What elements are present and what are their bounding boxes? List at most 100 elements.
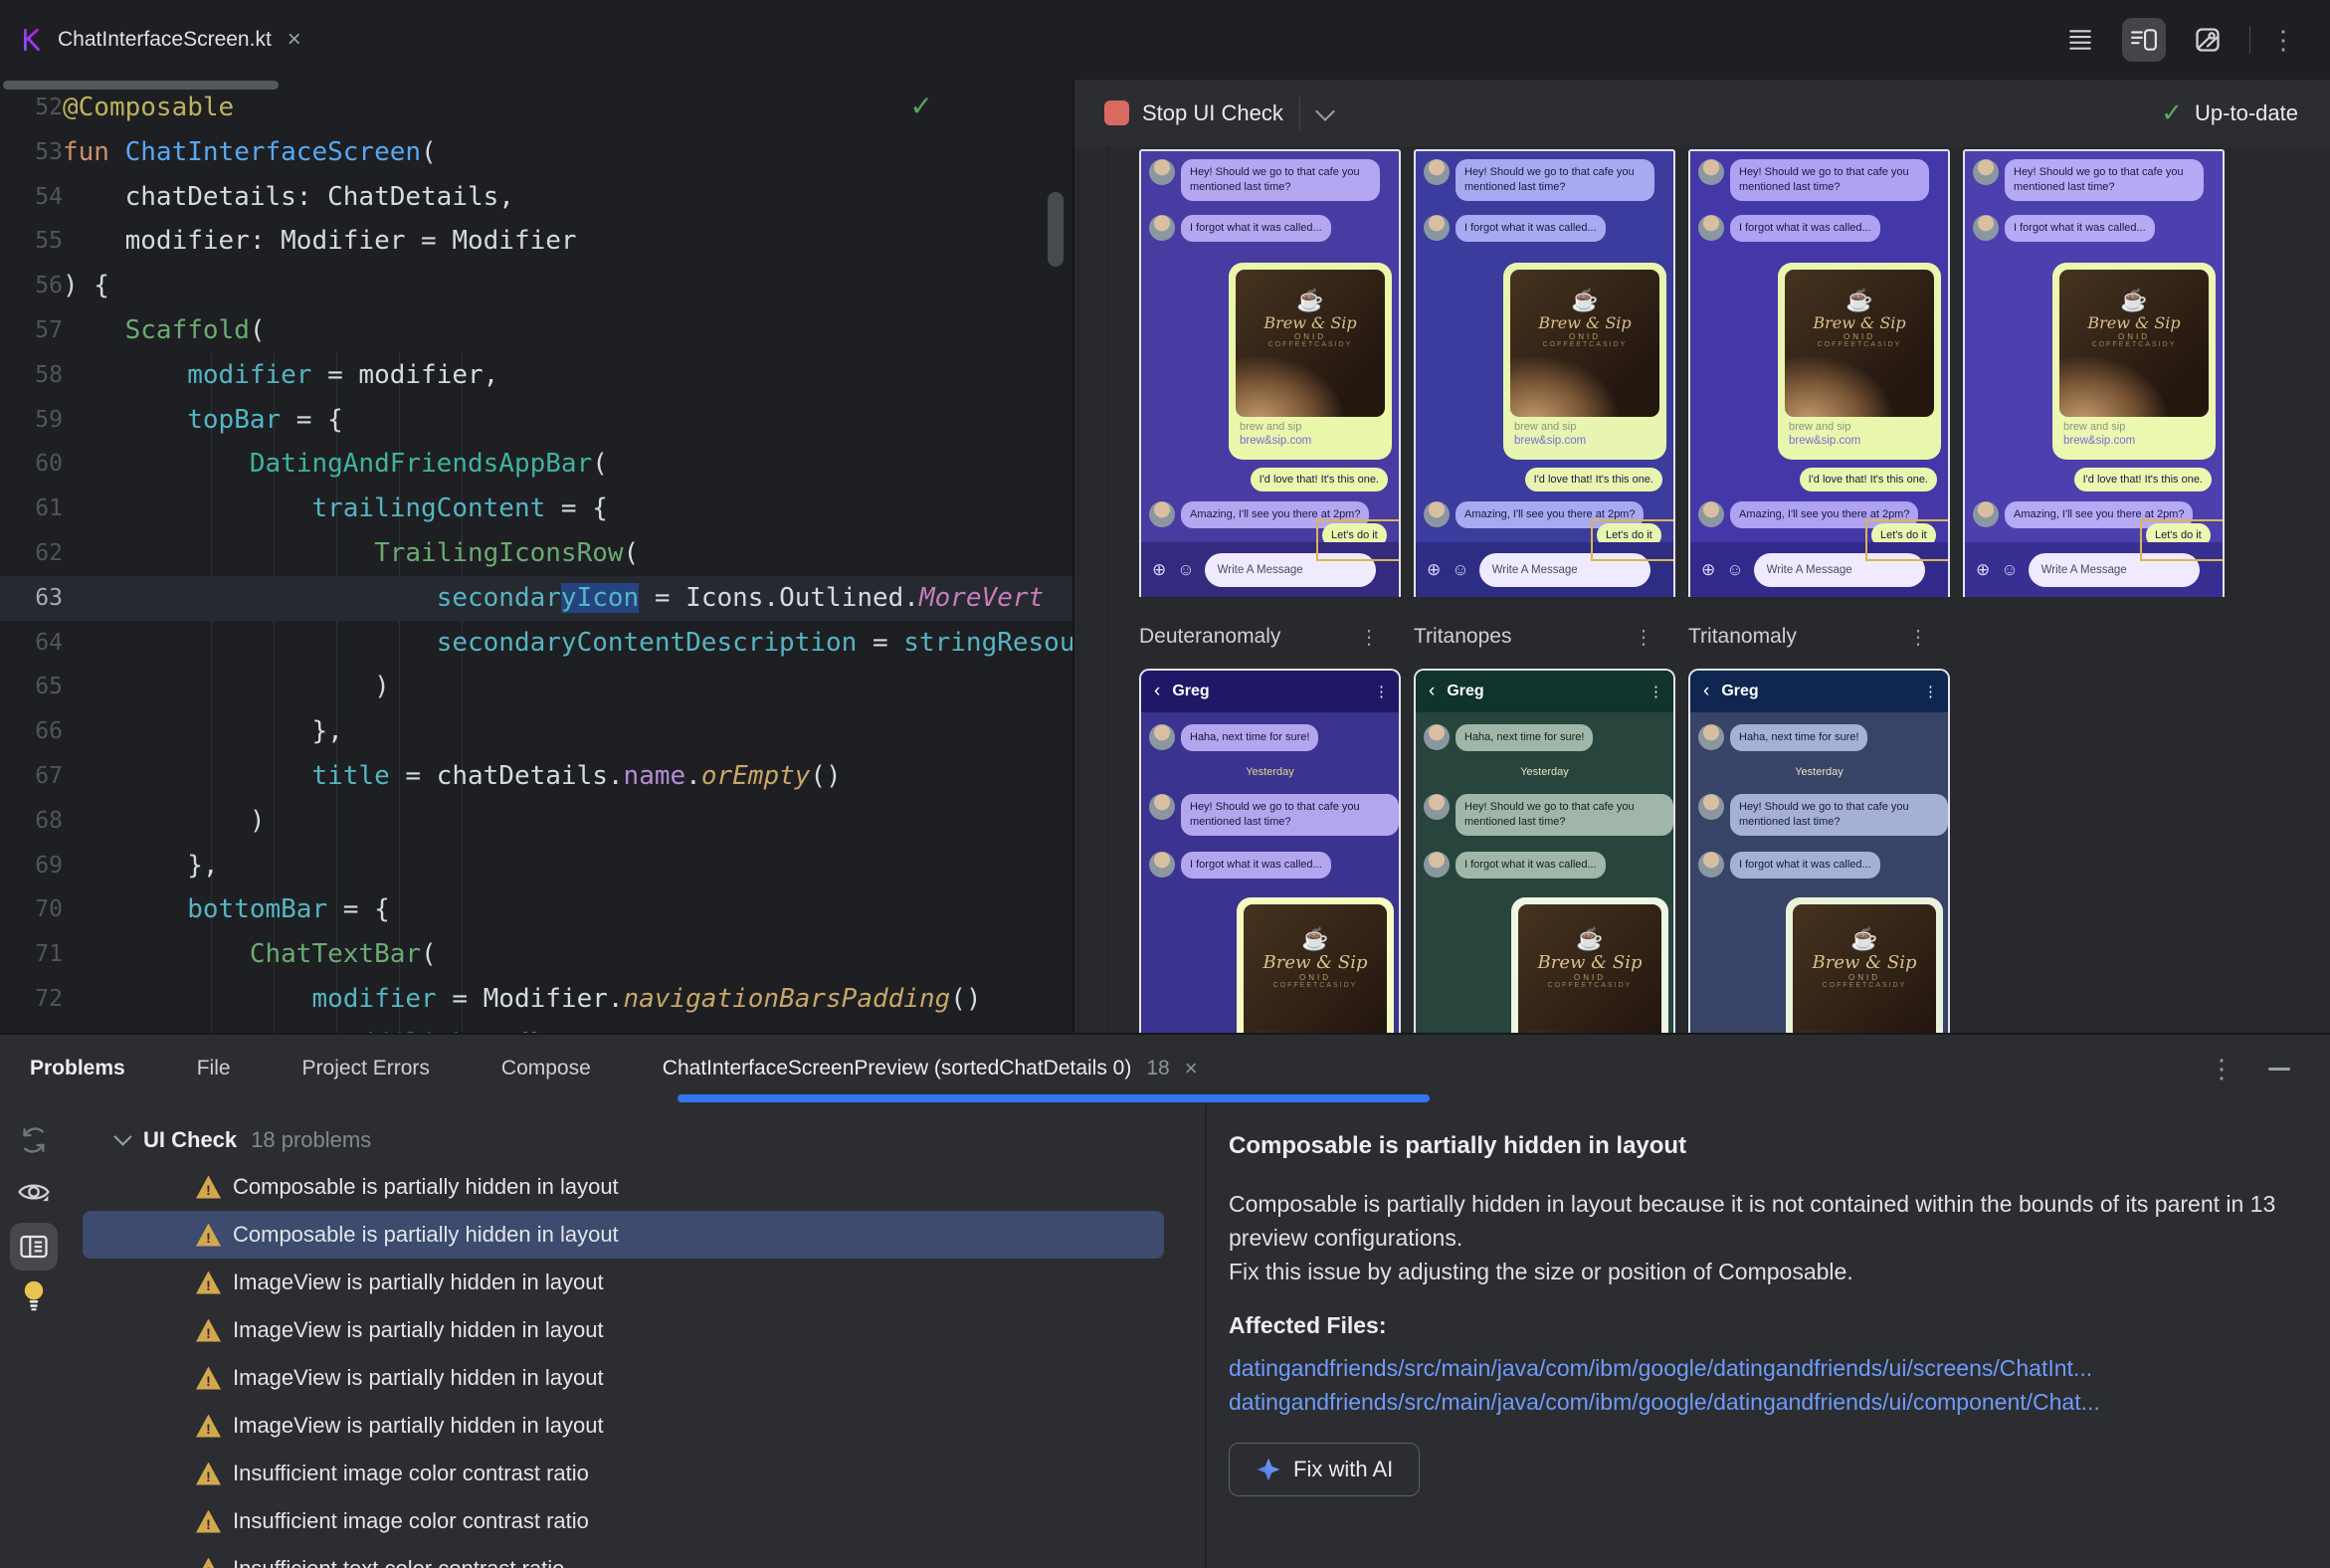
code-line-row[interactable]: 65 )	[0, 665, 1072, 709]
line-number[interactable]: 71	[0, 932, 63, 977]
code-line[interactable]: trailingContent = {	[63, 487, 607, 531]
vertical-scrollbar[interactable]	[1048, 192, 1064, 267]
line-number[interactable]: 61	[0, 487, 63, 531]
line-number[interactable]: 70	[0, 887, 63, 932]
problem-item[interactable]: ! Insufficient image color contrast ratio	[68, 1450, 1205, 1497]
code-line-row[interactable]: 73 onAddClick = {}	[0, 1022, 1072, 1033]
code-line[interactable]: @Composable	[63, 86, 234, 130]
code-line-row[interactable]: 71 ChatTextBar(	[0, 932, 1072, 977]
minimize-icon[interactable]	[2268, 1067, 2290, 1071]
preview-kebab-menu-icon[interactable]: ⋮	[1908, 625, 1928, 650]
chevron-down-icon[interactable]	[1314, 100, 1335, 121]
add-icon[interactable]: ⊕	[1976, 560, 1990, 580]
problem-item[interactable]: ! Composable is partially hidden in layou…	[83, 1211, 1164, 1259]
preview-tab-close-icon[interactable]: ×	[1185, 1056, 1198, 1081]
panel-tab-compose[interactable]: Compose	[501, 1057, 591, 1080]
line-number[interactable]: 64	[0, 621, 63, 666]
back-icon[interactable]: ‹	[1703, 681, 1709, 702]
line-number[interactable]: 58	[0, 353, 63, 398]
line-number[interactable]: 69	[0, 844, 63, 888]
problem-item[interactable]: ! Composable is partially hidden in layou…	[68, 1163, 1205, 1211]
chat-menu-icon[interactable]: ⋮	[1649, 683, 1663, 700]
line-number[interactable]: 67	[0, 754, 63, 799]
code-line-row[interactable]: 55 modifier: Modifier = Modifier	[0, 219, 1072, 264]
line-number[interactable]: 62	[0, 531, 63, 576]
code-line-row[interactable]: 54 chatDetails: ChatDetails,	[0, 175, 1072, 220]
emoji-icon[interactable]: ☺	[1726, 560, 1743, 580]
line-number[interactable]: 68	[0, 799, 63, 844]
chat-menu-icon[interactable]: ⋮	[1923, 683, 1938, 700]
code-line[interactable]: topBar = {	[63, 398, 343, 443]
inspections-ok-icon[interactable]: ✓	[910, 90, 933, 122]
line-number[interactable]: 73	[0, 1022, 63, 1033]
code-line-row[interactable]: 62 TrailingIconsRow(	[0, 531, 1072, 576]
preview-canvas[interactable]: Hey! Should we go to that cafe you menti…	[1074, 146, 2330, 1033]
panel-tab-preview[interactable]: ChatInterfaceScreenPreview (sortedChatDe…	[663, 1056, 1198, 1081]
code-line-row[interactable]: 72 modifier = Modifier.navigationBarsPad…	[0, 977, 1072, 1022]
back-icon[interactable]: ‹	[1154, 681, 1160, 702]
preview-kebab-menu-icon[interactable]: ⋮	[1359, 625, 1379, 650]
code-line-row[interactable]: 53 fun ChatInterfaceScreen(	[0, 130, 1072, 175]
code-line[interactable]: },	[63, 709, 342, 754]
add-icon[interactable]: ⊕	[1152, 560, 1166, 580]
line-number[interactable]: 60	[0, 442, 63, 487]
affected-file-link[interactable]: datingandfriends/src/main/java/com/ibm/g…	[1229, 1351, 2300, 1385]
lightbulb-icon[interactable]	[16, 1277, 52, 1313]
code-line-row[interactable]: 57 Scaffold(	[0, 308, 1072, 353]
line-number[interactable]: 66	[0, 709, 63, 754]
add-icon[interactable]: ⊕	[1427, 560, 1441, 580]
code-line[interactable]: Scaffold(	[63, 308, 266, 353]
preview-row1-card[interactable]: Hey! Should we go to that cafe you menti…	[1414, 149, 1675, 597]
code-line[interactable]: ChatTextBar(	[63, 932, 437, 977]
refresh-icon[interactable]	[16, 1122, 52, 1158]
code-line[interactable]: ) {	[63, 264, 109, 308]
link-card-url[interactable]: brew&sip.com	[1240, 435, 1385, 447]
code-view-icon[interactable]	[2058, 18, 2102, 62]
panel-tab-project-errors[interactable]: Project Errors	[302, 1057, 430, 1080]
code-line-row[interactable]: 60 DatingAndFriendsAppBar(	[0, 442, 1072, 487]
preview-filter-eye-icon[interactable]	[16, 1174, 52, 1210]
panel-kebab-menu-icon[interactable]: ⋮	[2209, 1056, 2234, 1081]
preview-row2-card[interactable]: ‹ Greg ⋮ Haha, next time for sure! Yesterday…	[1414, 669, 1675, 1033]
code-line-row[interactable]: 64 secondaryContentDescription = stringR…	[0, 621, 1072, 666]
design-view-icon[interactable]	[2186, 18, 2230, 62]
code-line[interactable]: modifier = Modifier.navigationBarsPaddin…	[63, 977, 981, 1022]
panel-tab-file[interactable]: File	[197, 1057, 231, 1080]
code-line[interactable]: modifier = modifier,	[63, 353, 498, 398]
code-line[interactable]: },	[63, 844, 218, 888]
link-card-url[interactable]: brew&sip.com	[1514, 435, 1659, 447]
code-line-row[interactable]: 59 topBar = {	[0, 398, 1072, 443]
code-line[interactable]: )	[63, 665, 390, 709]
line-number[interactable]: 55	[0, 219, 63, 264]
line-number[interactable]: 56	[0, 264, 63, 308]
line-number[interactable]: 63	[0, 576, 63, 621]
problems-group-header[interactable]: UI Check 18 problems	[68, 1116, 1205, 1163]
preview-row1-card[interactable]: Hey! Should we go to that cafe you menti…	[1688, 149, 1950, 597]
affected-file-link[interactable]: datingandfriends/src/main/java/com/ibm/g…	[1229, 1385, 2300, 1419]
code-line-row[interactable]: 68 )	[0, 799, 1072, 844]
line-number[interactable]: 54	[0, 175, 63, 220]
details-view-icon[interactable]	[10, 1223, 58, 1271]
preview-row1-card[interactable]: Hey! Should we go to that cafe you menti…	[1963, 149, 2225, 597]
code-line[interactable]: onAddClick = {}	[63, 1022, 545, 1033]
stop-icon[interactable]	[1104, 100, 1129, 125]
code-line[interactable]: secondaryContentDescription = stringReso…	[63, 621, 1072, 666]
code-line[interactable]: )	[63, 799, 266, 844]
code-line[interactable]: TrailingIconsRow(	[63, 531, 639, 576]
back-icon[interactable]: ‹	[1429, 681, 1435, 702]
code-editor[interactable]: 52 @Composable 53 fun ChatInterfaceScreen(5…	[0, 80, 1074, 1033]
preview-row2-card[interactable]: ‹ Greg ⋮ Haha, next time for sure! Yesterday…	[1688, 669, 1950, 1033]
code-line-row[interactable]: 58 modifier = modifier,	[0, 353, 1072, 398]
code-line-row[interactable]: 56) {	[0, 264, 1072, 308]
code-line-row[interactable]: 61 trailingContent = {	[0, 487, 1072, 531]
code-line[interactable]: secondaryIcon = Icons.Outlined.MoreVert	[63, 576, 1044, 621]
problem-item[interactable]: ! ImageView is partially hidden in layout	[68, 1259, 1205, 1306]
code-line[interactable]: title = chatDetails.name.orEmpty()	[63, 754, 841, 799]
line-number[interactable]: 59	[0, 398, 63, 443]
problem-item[interactable]: ! ImageView is partially hidden in layout	[68, 1402, 1205, 1450]
code-line[interactable]: fun ChatInterfaceScreen(	[63, 130, 437, 175]
line-number[interactable]: 53	[0, 130, 63, 175]
file-tab-close-icon[interactable]: ×	[288, 26, 301, 54]
line-number[interactable]: 52	[0, 86, 63, 130]
emoji-icon[interactable]: ☺	[1452, 560, 1468, 580]
